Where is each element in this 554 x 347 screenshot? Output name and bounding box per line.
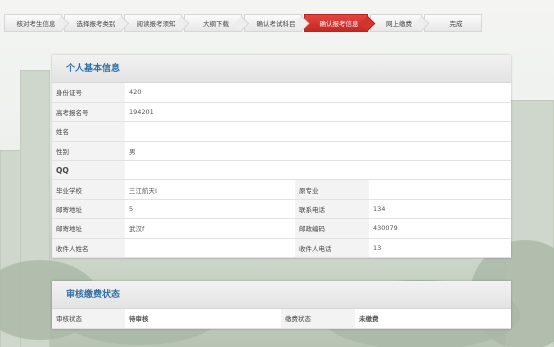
step-label: 网上缴费: [386, 20, 412, 28]
mail-address-label: 邮寄地址: [52, 199, 125, 220]
personal-info-table: 身份证号 420 高考报名号 194201 姓名 性别 男 QQ 毕业学校 三江…: [52, 83, 511, 259]
step-online-payment: 网上缴费: [370, 14, 422, 32]
recipient-phone-label: 收件人电话: [295, 238, 369, 259]
recipient-value: [125, 238, 295, 259]
id-value: 420: [125, 83, 511, 103]
personal-info-panel: 个人基本信息 身份证号 420 高考报名号 194201 姓名 性别 男 QQ …: [52, 55, 511, 259]
step-label: 确认报考信息: [319, 20, 359, 28]
postcode-label: 邮政编码: [295, 218, 369, 239]
progress-steps: 核对考生信息 选择报考类别 阅读报考须知 大纲下载 确认考试科目 确认报考信息 …: [4, 14, 482, 32]
step-complete: 完成: [424, 14, 482, 32]
phone-value: 134: [369, 199, 511, 220]
mail-address-value: 5: [125, 199, 295, 220]
school-label: 毕业学校: [52, 179, 125, 200]
review-state-value: 待审核: [125, 309, 281, 329]
step-confirm-subjects: 确认考试科目: [244, 14, 302, 32]
review-status-panel: 审核缴费状态 审核状态 待审核 缴费状态 未缴费: [52, 281, 511, 329]
table-row: 性别 男: [52, 141, 511, 162]
id-label: 身份证号: [52, 83, 125, 103]
step-label: 确认考试科目: [256, 20, 296, 28]
table-row: 身份证号 420: [52, 83, 511, 103]
major-label: 原专业: [295, 179, 369, 200]
major-value: [369, 179, 511, 200]
mail-area-value: 武汉f: [125, 218, 295, 239]
payment-state-value: 未缴费: [355, 309, 511, 329]
step-label: 核对考生信息: [16, 20, 56, 28]
postcode-value: 430079: [369, 218, 511, 239]
step-read-notice: 阅读报考须知: [124, 14, 182, 32]
step-confirm-registration: 确认报考信息: [304, 14, 368, 32]
recipient-label: 收件人姓名: [52, 238, 125, 259]
step-syllabus-download: 大纲下载: [184, 14, 242, 32]
table-row: 邮寄地址 武汉f 邮政编码 430079: [52, 218, 511, 239]
exam-no-label: 高考报名号: [52, 102, 125, 123]
table-row: QQ: [52, 160, 511, 181]
name-value: [125, 121, 511, 142]
step-select-category: 选择报考类别: [64, 14, 122, 32]
review-status-table: 审核状态 待审核 缴费状态 未缴费: [52, 309, 511, 329]
name-label: 姓名: [52, 121, 125, 142]
exam-no-value: 194201: [125, 102, 511, 123]
mail-area-label: 邮寄地址: [52, 218, 125, 239]
step-label: 大纲下载: [203, 20, 229, 28]
table-row: 高考报名号 194201: [52, 102, 511, 123]
school-value: 三江航天I: [125, 179, 295, 200]
qq-value: [125, 160, 511, 181]
step-label: 阅读报考须知: [136, 20, 176, 28]
table-row: 邮寄地址 5 联系电话 134: [52, 199, 511, 220]
gender-label: 性别: [52, 141, 125, 162]
table-row: 毕业学校 三江航天I 原专业: [52, 179, 511, 200]
recipient-phone-value: 13: [369, 238, 511, 259]
phone-label: 联系电话: [295, 199, 369, 220]
gender-value: 男: [125, 141, 511, 162]
review-status-title: 审核缴费状态: [52, 281, 511, 309]
step-verify-info: 核对考生信息: [4, 14, 62, 32]
personal-info-title: 个人基本信息: [52, 55, 511, 83]
review-state-label: 审核状态: [52, 309, 125, 329]
table-row: 审核状态 待审核 缴费状态 未缴费: [52, 309, 511, 329]
step-label: 完成: [449, 20, 463, 28]
table-row: 姓名: [52, 121, 511, 142]
qq-label: QQ: [52, 160, 125, 181]
payment-state-label: 缴费状态: [281, 309, 355, 329]
step-label: 选择报考类别: [76, 20, 116, 28]
table-row: 收件人姓名 收件人电话 13: [52, 238, 511, 259]
